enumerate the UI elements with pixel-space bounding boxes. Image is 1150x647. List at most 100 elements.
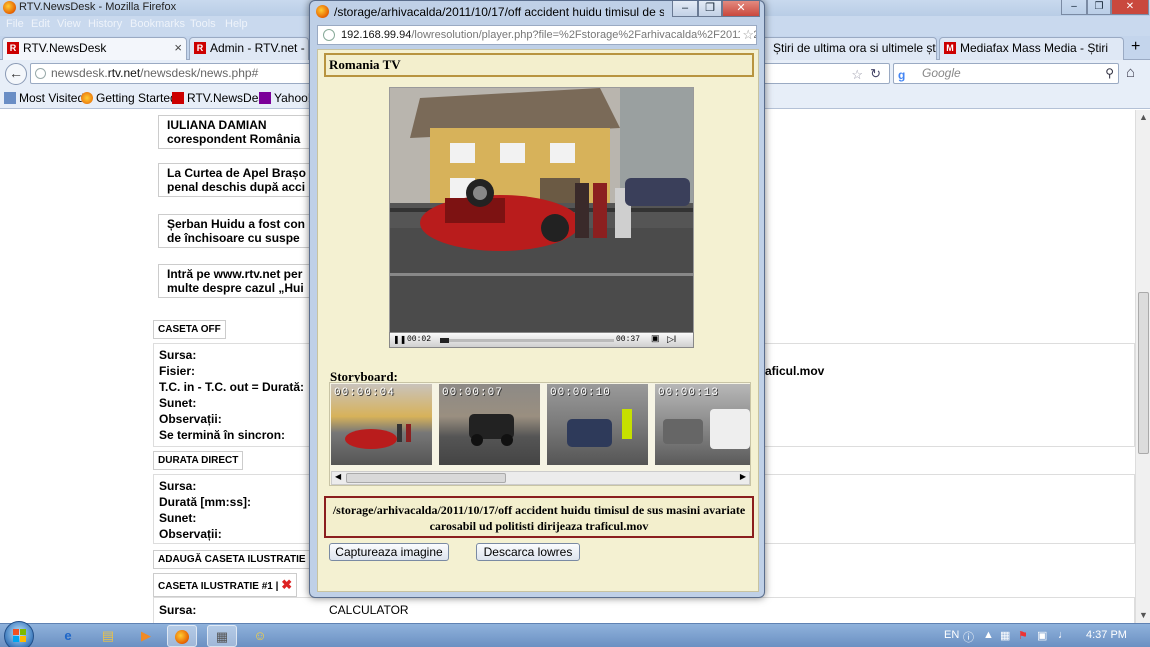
minimize-button[interactable]: – [1061,0,1087,15]
field-label-tc: T.C. in - T.C. out = Durată: [159,380,305,394]
help-icon[interactable]: ⓘ [963,629,974,645]
bookmark-rtv-newsdesk[interactable]: RTV.NewsDesk [172,91,270,105]
scroll-right-icon[interactable]: ▶ [740,472,746,481]
bookmark-yahoo[interactable]: Yahoo! [259,91,311,105]
menu-edit[interactable]: Edit [31,18,50,30]
clock[interactable]: 4:37 PM [1086,629,1127,641]
video-frame [390,88,693,333]
search-icon[interactable]: ⚲ [1105,64,1114,83]
file-explorer-icon[interactable]: ▤ [93,625,123,647]
pause-icon[interactable]: ❚❚ [393,335,406,345]
url-path: /newsdesk/news.php# [140,66,259,80]
storyboard-thumbnail[interactable]: 00:00:13 [655,384,750,465]
thumbnail-timestamp: 00:00:10 [550,387,611,399]
action-center-icon[interactable]: ⚑ [1018,629,1028,642]
storyboard-thumbnail[interactable]: 00:00:10 [547,384,648,465]
popup-title: /storage/arhivacalda/2011/10/17/off acci… [334,5,664,19]
volume-icon[interactable]: ♩ [1058,629,1069,641]
scroll-down-icon[interactable]: ▼ [1136,608,1150,623]
field-label-sunet: Sunet: [159,511,197,525]
tab-durata-direct[interactable]: DURATA DIRECT [153,451,244,470]
tab-close-icon[interactable]: × [174,38,182,58]
storyboard-thumbnail[interactable]: 00:00:04 [331,384,432,465]
tab-rtv-newsdesk[interactable]: R RTV.NewsDesk × [2,37,187,60]
bookmark-getting-started[interactable]: Getting Started [81,91,177,105]
google-icon[interactable]: g [898,66,905,85]
separator: | [275,581,279,592]
storyboard-scrollbar[interactable]: ◀ ▶ [331,471,750,485]
tab-caseta-off[interactable]: CASETA OFF [153,320,226,339]
menu-help[interactable]: Help [225,18,248,30]
download-lowres-button[interactable]: Descarca lowres [476,543,580,561]
capture-image-button[interactable]: Captureaza imagine [329,543,449,561]
tab-label: Admin - RTV.net - [210,41,305,55]
scroll-thumb[interactable] [1138,292,1149,454]
popup-minimize-button[interactable]: – [672,1,698,17]
language-indicator[interactable]: EN [944,629,959,641]
messenger-icon[interactable]: ☺ [245,625,275,647]
bookmark-star-icon[interactable]: ☆ [851,65,863,84]
volume-icon[interactable]: ▷‖ [667,334,676,345]
rtv-favicon-icon [172,92,184,104]
internet-explorer-icon[interactable]: e [53,625,83,647]
news-item[interactable]: Șerban Huidu a fost con de închisoare cu… [158,214,318,248]
add-caseta-ilustratie-button[interactable]: ADAUGĂ CASETA ILUSTRATIE [153,550,311,569]
popup-body: Romania TV ❚❚ 00:02 00:37 ▣ ▷‖ Storyboar… [317,49,759,592]
tab-admin-rtv[interactable]: R Admin - RTV.net - [189,37,309,60]
start-button[interactable] [4,621,34,647]
site-identity-icon [323,29,335,41]
menu-file[interactable]: File [6,18,24,30]
close-window-button[interactable]: ✕ [1111,0,1149,15]
media-player-icon[interactable]: ▶ [131,625,161,647]
firefox-taskbar-icon[interactable] [167,625,197,647]
url-domain-pre: newsdesk. [51,66,108,80]
menu-history[interactable]: History [88,18,122,30]
news-item[interactable]: IULIANA DAMIAN corespondent România [158,115,318,149]
home-icon[interactable]: ⌂ [1126,64,1135,81]
search-bar[interactable]: g Google ⚲ [893,63,1119,84]
tab-caseta-ilustratie[interactable]: CASETA ILUSTRATIE #1 | ✖ [153,573,298,597]
back-button[interactable]: ← [5,63,27,85]
field-label-sursa: Sursa: [159,348,197,362]
menu-view[interactable]: View [57,18,81,30]
tab-stiri[interactable]: Știri de ultima ora si ultimele știr... [752,37,937,60]
tray-arrow-icon[interactable]: ▲ [983,629,994,641]
network-icon[interactable]: ▣ [1037,629,1047,642]
popup-url-bar[interactable]: 192.168.99.94/lowresolution/player.php?f… [317,25,757,45]
popup-close-button[interactable]: ✕ [722,1,760,17]
fullscreen-icon[interactable]: ▣ [651,334,660,344]
news-item[interactable]: La Curtea de Apel Brașo penal deschis du… [158,163,318,197]
player-popup-window: /storage/arhivacalda/2011/10/17/off acci… [309,0,765,598]
thumbnail-timestamp: 00:00:07 [442,387,503,399]
maximize-button[interactable]: ❐ [1087,0,1111,15]
storyboard-scroll-thumb[interactable] [346,473,506,483]
page-scrollbar[interactable]: ▲ ▼ [1135,110,1150,623]
menu-tools[interactable]: Tools [190,18,216,30]
news-item-line: de închisoare cu suspe [167,231,300,245]
menu-bookmarks[interactable]: Bookmarks [130,18,185,30]
bookmark-most-visited[interactable]: Most Visited [4,91,84,105]
seek-bar[interactable] [440,338,614,343]
field-label-observatii: Observații: [159,527,222,541]
video-player[interactable] [389,87,694,347]
time-current: 00:02 [407,335,432,344]
field-label-sincron: Se termină în sincron: [159,428,286,442]
caseta-ilustratie-section [153,597,1135,623]
field-label-sursa: Sursa: [159,479,197,493]
app-taskbar-icon[interactable]: ▦ [207,625,237,647]
windows-taskbar: e ▤ ▶ ▦ ☺ EN ⓘ ▲ ▦ ⚑ ▣ ♩ 4:37 PM [0,621,1150,647]
new-tab-button[interactable]: + [1131,38,1140,56]
time-total: 00:37 [616,335,641,344]
tab-mediafax[interactable]: M Mediafax Mass Media - Știri [939,37,1124,60]
bookmark-star-icon[interactable]: ☆ [740,26,754,44]
site-identity-icon[interactable] [35,68,46,79]
popup-titlebar: /storage/arhivacalda/2011/10/17/off acci… [310,1,764,21]
delete-icon[interactable]: ✖ [281,577,292,592]
scroll-up-icon[interactable]: ▲ [1136,110,1150,125]
scroll-left-icon[interactable]: ◀ [335,472,341,481]
reload-icon[interactable]: ↻ [870,64,881,83]
tray-app-icon[interactable]: ▦ [1000,629,1010,642]
news-item[interactable]: Intră pe www.rtv.net per multe despre ca… [158,264,318,298]
popup-maximize-button[interactable]: ❐ [698,1,722,17]
storyboard-thumbnail[interactable]: 00:00:07 [439,384,540,465]
